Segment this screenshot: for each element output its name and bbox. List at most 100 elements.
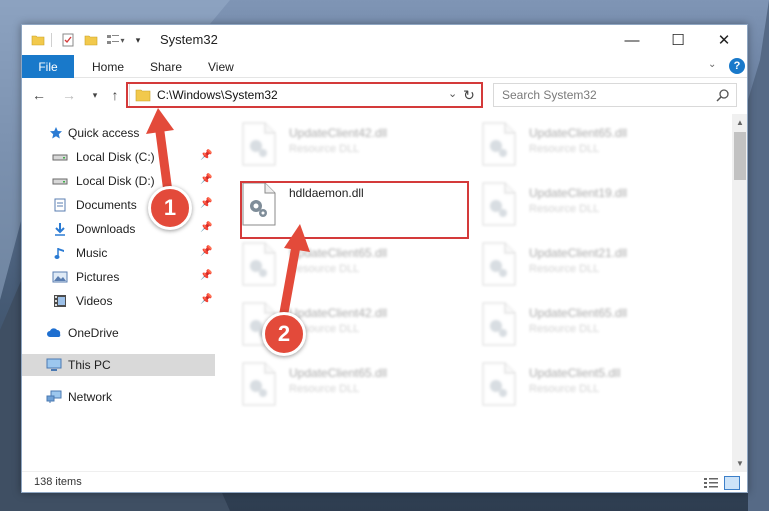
- search-placeholder: Search System32: [502, 88, 597, 102]
- file-item[interactable]: UpdateClient65.dll Resource DLL: [481, 302, 711, 352]
- sidebar-item-label: Downloads: [76, 222, 136, 236]
- sidebar-item-local-disk-c[interactable]: Local Disk (C:) 📌: [22, 146, 215, 168]
- tab-view[interactable]: View: [208, 55, 234, 78]
- help-button[interactable]: ?: [729, 58, 745, 74]
- toolbar-divider: [51, 33, 52, 47]
- title-bar: ▾ ▾ System32 — ☐ ✕: [22, 25, 747, 55]
- expand-ribbon-icon[interactable]: ⌄: [708, 59, 716, 70]
- item-count: 138 items: [34, 476, 82, 488]
- step-2-badge: 2: [262, 312, 306, 356]
- customize-toolbar-dropdown[interactable]: ▾: [132, 31, 144, 49]
- search-icon[interactable]: [716, 88, 730, 102]
- file-item[interactable]: UpdateClient5.dll Resource DLL: [481, 362, 711, 412]
- documents-icon: [52, 197, 68, 213]
- pin-icon[interactable]: 📌: [200, 246, 212, 257]
- dll-file-icon: [242, 242, 276, 286]
- sidebar-item-label: Documents: [76, 198, 137, 212]
- tab-home[interactable]: Home: [92, 55, 124, 78]
- scroll-down-icon[interactable]: ▼: [732, 455, 747, 471]
- step-1-badge: 1: [148, 186, 192, 230]
- search-box[interactable]: Search System32: [493, 83, 737, 107]
- file-type: Resource DLL: [289, 263, 360, 275]
- pin-icon[interactable]: 📌: [200, 270, 212, 281]
- tab-file[interactable]: File: [22, 55, 74, 78]
- sidebar-item-onedrive[interactable]: OneDrive: [22, 322, 215, 344]
- recent-locations-button[interactable]: ▾: [86, 86, 104, 104]
- sidebar-item-label: Local Disk (C:): [76, 150, 155, 164]
- sidebar-item-network[interactable]: Network: [22, 386, 215, 408]
- cloud-icon: [46, 325, 62, 341]
- star-icon: [48, 125, 64, 141]
- pin-icon[interactable]: 📌: [200, 222, 212, 233]
- pin-icon[interactable]: 📌: [200, 294, 212, 305]
- file-item[interactable]: UpdateClient65.dll Resource DLL: [241, 242, 471, 292]
- sidebar-item-music[interactable]: Music 📌: [22, 242, 215, 264]
- file-name: UpdateClient19.dll: [529, 186, 628, 200]
- music-icon: [52, 245, 68, 261]
- dll-file-icon: [482, 362, 516, 406]
- minimize-button[interactable]: —: [609, 25, 655, 55]
- file-item[interactable]: UpdateClient65.dll Resource DLL: [481, 122, 711, 172]
- tab-share[interactable]: Share: [150, 55, 182, 78]
- sidebar-item-this-pc[interactable]: This PC: [22, 354, 215, 376]
- download-icon: [52, 221, 68, 237]
- file-name: UpdateClient5.dll: [529, 366, 621, 380]
- file-type: Resource DLL: [529, 263, 600, 275]
- sidebar-item-label: Videos: [76, 294, 113, 308]
- up-button[interactable]: ↑: [106, 86, 124, 104]
- maximize-button[interactable]: ☐: [655, 25, 701, 55]
- scroll-up-icon[interactable]: ▲: [732, 114, 747, 130]
- sidebar-item-label: Local Disk (D:): [76, 174, 155, 188]
- sidebar-item-label: Quick access: [68, 126, 140, 140]
- new-folder-icon[interactable]: [83, 31, 99, 49]
- file-type: Resource DLL: [289, 383, 360, 395]
- tiles-view-icon[interactable]: [724, 476, 740, 490]
- navigation-pane: Quick access Local Disk (C:) 📌 Local Dis…: [22, 114, 215, 471]
- dll-file-icon: [482, 182, 516, 226]
- view-options-chevron: ▾: [120, 35, 125, 45]
- back-button[interactable]: ←: [30, 86, 48, 104]
- pin-icon[interactable]: 📌: [200, 150, 212, 161]
- address-bar-highlight: [126, 82, 483, 108]
- file-type: Resource DLL: [529, 203, 600, 215]
- properties-icon[interactable]: [60, 31, 76, 49]
- file-item[interactable]: UpdateClient19.dll Resource DLL: [481, 182, 711, 232]
- window-title: System32: [160, 32, 218, 47]
- sidebar-item-label: Music: [76, 246, 108, 260]
- file-type: Resource DLL: [529, 323, 600, 335]
- sidebar-item-local-disk-d[interactable]: Local Disk (D:) 📌: [22, 170, 215, 192]
- file-item[interactable]: UpdateClient21.dll Resource DLL: [481, 242, 711, 292]
- videos-icon: [52, 293, 68, 309]
- drive-icon: [52, 173, 68, 189]
- sidebar-item-pictures[interactable]: Pictures 📌: [22, 266, 215, 288]
- file-name: UpdateClient65.dll: [289, 246, 388, 260]
- computer-icon: [46, 357, 62, 373]
- pin-icon[interactable]: 📌: [200, 198, 212, 209]
- dll-file-icon: [242, 122, 276, 166]
- folder-icon[interactable]: [30, 31, 46, 49]
- file-item[interactable]: UpdateClient42.dll Resource DLL: [241, 122, 471, 172]
- dll-file-icon: [242, 362, 276, 406]
- file-item[interactable]: UpdateClient65.dll Resource DLL: [241, 362, 471, 412]
- file-highlight: [240, 181, 469, 239]
- file-name: UpdateClient65.dll: [289, 366, 388, 380]
- file-name: UpdateClient65.dll: [529, 306, 628, 320]
- sidebar-item-videos[interactable]: Videos 📌: [22, 290, 215, 312]
- details-view-icon[interactable]: [703, 476, 719, 490]
- scrollbar-thumb[interactable]: [734, 132, 746, 180]
- navigation-bar: ← → ▾ ↑ C:\Windows\System32 ⌄ ↻ Search S…: [22, 78, 747, 112]
- sidebar-item-label: This PC: [68, 358, 111, 372]
- sidebar-item-quick-access[interactable]: Quick access: [22, 122, 215, 144]
- view-options-icon[interactable]: ▾: [106, 31, 126, 49]
- file-type: Resource DLL: [529, 383, 600, 395]
- file-name: UpdateClient65.dll: [529, 126, 628, 140]
- sidebar-item-label: Pictures: [76, 270, 120, 284]
- file-type: Resource DLL: [289, 143, 360, 155]
- drive-icon: [52, 149, 68, 165]
- pictures-icon: [52, 269, 68, 285]
- forward-button[interactable]: →: [60, 86, 78, 104]
- close-button[interactable]: ✕: [701, 25, 747, 55]
- vertical-scrollbar[interactable]: ▲ ▼: [732, 114, 747, 471]
- pin-icon[interactable]: 📌: [200, 174, 212, 185]
- file-name: UpdateClient42.dll: [289, 126, 388, 140]
